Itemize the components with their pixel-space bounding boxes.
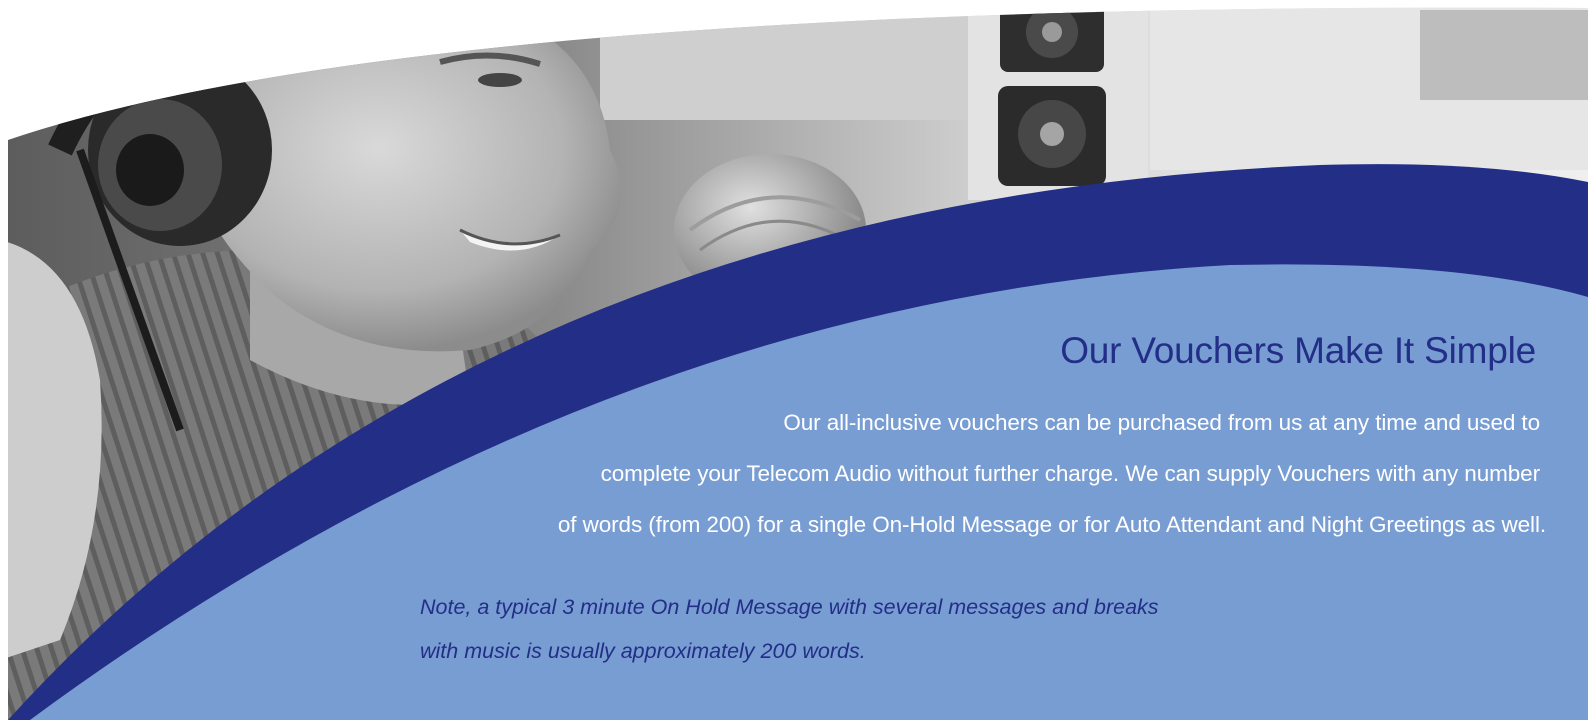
banner-heading: Our Vouchers Make It Simple bbox=[1060, 330, 1536, 371]
banner-body-line: complete your Telecom Audio without furt… bbox=[600, 461, 1541, 486]
speaker-icon bbox=[968, 7, 1148, 200]
banner-note-line: with music is usually approximately 200 … bbox=[420, 639, 866, 663]
banner-body-line: Our all-inclusive vouchers can be purcha… bbox=[783, 410, 1540, 435]
banner-note-line: Note, a typical 3 minute On Hold Message… bbox=[420, 595, 1159, 619]
voucher-banner: Our Vouchers Make It Simple Our all-incl… bbox=[0, 0, 1588, 720]
banner-body-line: of words (from 200) for a single On-Hold… bbox=[557, 512, 1546, 537]
